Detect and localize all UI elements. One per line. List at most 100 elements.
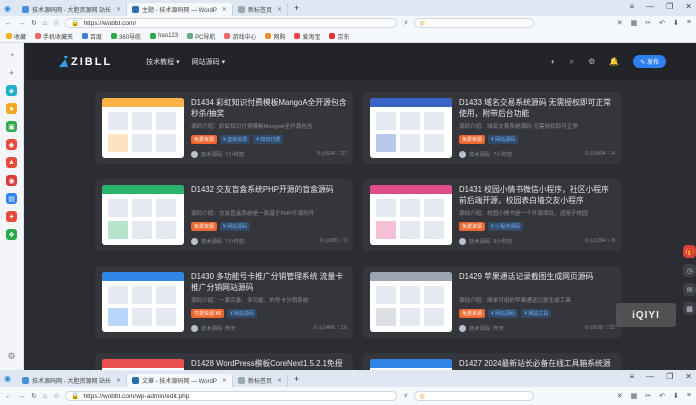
bookmark-1[interactable]: 手机收藏夹 (35, 32, 73, 41)
post-author[interactable]: 技术源码 (201, 237, 222, 245)
post-thumbnail[interactable] (370, 98, 452, 158)
new-tab-icon[interactable]: + (294, 3, 299, 13)
minimize-icon[interactable]: — (646, 372, 654, 381)
post-tag[interactable]: ¥ 网站源码 (220, 222, 251, 231)
clock-icon[interactable]: ◷ (683, 264, 696, 277)
post-tag[interactable]: ¥ 知识付费 (253, 135, 284, 144)
post-title[interactable]: D1432 交友盲盒系统PHP开源的盲盒源码 (191, 185, 347, 206)
forward-icon[interactable]: → (18, 20, 25, 27)
post-card[interactable]: D1434 彩虹知识付费模板MangoA全开源包含秒杀/抽奖 源码介绍：彩虹知识… (95, 92, 353, 164)
post-tag[interactable]: 免费资源 (191, 222, 218, 231)
post-thumbnail[interactable] (370, 272, 452, 332)
search-icon[interactable]: ⌕ (570, 57, 574, 67)
post-thumbnail[interactable] (370, 185, 452, 245)
bookmark-2[interactable]: 百度 (82, 32, 102, 41)
gift-icon[interactable]: 🎁 (683, 245, 696, 258)
bookmark-6[interactable]: 游戏中心 (224, 32, 256, 41)
post-thumbnail[interactable] (102, 272, 184, 332)
maximize-icon[interactable]: ❐ (666, 2, 673, 11)
star-icon[interactable]: ☆ (53, 19, 59, 27)
app-icon-7[interactable]: ▤ (6, 193, 17, 204)
star-icon[interactable]: ☆ (53, 392, 59, 400)
download-icon[interactable]: ⬇ (673, 19, 679, 27)
avatar[interactable] (191, 237, 198, 245)
post-card[interactable]: D1427 2024最新站长必备在线工具箱系统源码 含上百款工具 带后台版本 自… (363, 353, 621, 370)
refresh-icon[interactable]: ↻ (31, 392, 37, 400)
gear-icon[interactable]: ⚙ (588, 57, 595, 66)
post-thumbnail[interactable] (102, 98, 184, 158)
post-author[interactable]: 技术源码 (201, 324, 222, 332)
app-icon-8[interactable]: ✦ (6, 211, 17, 222)
close-window-icon[interactable]: ✕ (685, 372, 692, 381)
bottom-search-input[interactable]: ◎ (414, 391, 535, 401)
undo-icon[interactable]: ↶ (659, 392, 665, 400)
post-tag[interactable]: ¥ 网站源码 (226, 309, 258, 318)
post-thumbnail[interactable] (370, 359, 452, 370)
close-icon[interactable]: ✕ (116, 377, 121, 384)
bookmark-8[interactable]: 爱淘宝 (294, 32, 320, 41)
post-title[interactable]: D1429 苹果通话记录截图生成网页源码 (459, 272, 615, 293)
browser-logo-icon[interactable]: ◉ (4, 374, 11, 383)
download-icon[interactable]: ⬇ (673, 392, 679, 400)
menu-icon[interactable]: ≡ (629, 372, 634, 381)
app-icon-9[interactable]: ❖ (6, 229, 17, 240)
post-tag[interactable]: 免费资源 (191, 135, 218, 144)
post-title[interactable]: D1434 彩虹知识付费模板MangoA全开源包含秒杀/抽奖 (191, 98, 347, 119)
bookmark-4[interactable]: hao123 (150, 33, 178, 39)
post-tag[interactable]: ¥ 网站源码 (488, 135, 519, 144)
close-icon[interactable]: ✕ (277, 377, 282, 384)
avatar[interactable] (459, 237, 466, 245)
bookmark-9[interactable]: 京东 (329, 32, 350, 41)
post-title[interactable]: D1430 多功能号卡推广分销管理系统 流量卡推广分销网站源码 (191, 272, 347, 293)
app-icon-2[interactable]: ★ (6, 103, 17, 114)
app-icon-6[interactable]: ◉ (6, 175, 17, 186)
post-card[interactable]: D1430 多功能号卡推广分销管理系统 流量卡推广分销网站源码 源码介绍：一套完… (95, 266, 353, 338)
nav-item-tutorials[interactable]: 技术教程 ▾ (146, 57, 179, 67)
add-icon[interactable]: + (6, 67, 17, 78)
post-tag[interactable]: 免费资源 (459, 135, 486, 144)
maximize-icon[interactable]: ❐ (666, 372, 673, 381)
top-tab-0[interactable]: 技术源码网 - 大胆资源网 站长 ✕ (17, 3, 128, 16)
close-window-icon[interactable]: ✕ (685, 2, 692, 11)
forward-icon[interactable]: → (18, 393, 25, 400)
close-icon[interactable]: ✕ (617, 392, 623, 400)
grid-icon[interactable]: ▦ (631, 392, 638, 400)
post-title[interactable]: D1427 2024最新站长必备在线工具箱系统源码 含上百款工具 带后台版本 自… (459, 359, 615, 370)
bottom-tab-0[interactable]: 技术源码网 - 大胆资源网 站长 ✕ (17, 374, 128, 387)
post-author[interactable]: 技术源码 (469, 150, 490, 158)
app-icon-3[interactable]: ▣ (6, 121, 17, 132)
chat-icon[interactable]: ✉ (683, 283, 696, 296)
bell-icon[interactable]: 🔔 (609, 57, 619, 66)
post-tag[interactable]: 付费资源 ¥8 (191, 309, 224, 318)
search-input[interactable]: ◎ (414, 18, 535, 28)
back-icon[interactable]: ← (5, 393, 12, 400)
avatar[interactable] (191, 324, 198, 332)
lightning-icon[interactable]: ⚡ (403, 392, 408, 400)
post-title[interactable]: D1431 校园小情书微信小程序，社区小程序前后端开源，校园表白墙交友小程序 (459, 185, 615, 206)
app-icon-1[interactable]: ◈ (6, 85, 17, 96)
close-icon[interactable]: ✕ (277, 6, 282, 13)
close-icon[interactable]: ✕ (116, 6, 121, 13)
post-card[interactable]: D1429 苹果通话记录截图生成网页源码 源码介绍：简单可用的苹果通话记录生成工… (363, 266, 621, 338)
bookmark-5[interactable]: PC导航 (187, 32, 215, 41)
avatar[interactable] (191, 150, 198, 158)
refresh-icon[interactable]: ↻ (31, 19, 37, 27)
post-tag[interactable]: 免费资源 (459, 222, 486, 231)
post-title[interactable]: D1428 WordPress模板CoreNext1.5.2.1免授权 (191, 359, 347, 370)
bottom-tab-2[interactable]: 新标签页 ✕ (233, 374, 288, 387)
close-icon[interactable]: ✕ (617, 19, 623, 27)
post-card[interactable]: D1428 WordPress模板CoreNext1.5.2.1免授权 (95, 353, 353, 370)
avatar[interactable] (459, 150, 466, 158)
post-thumbnail[interactable] (102, 185, 184, 245)
post-author[interactable]: 技术源码 (469, 324, 490, 332)
nav-item-source[interactable]: 网站源码 ▾ (192, 57, 225, 67)
top-tab-2[interactable]: 新标签页 ✕ (233, 3, 288, 16)
publish-button[interactable]: ✎ 发布 (633, 55, 666, 68)
settings-icon[interactable]: ⚙ (6, 351, 17, 362)
post-card[interactable]: D1431 校园小情书微信小程序，社区小程序前后端开源，校园表白墙交友小程序 源… (363, 179, 621, 251)
menu-icon[interactable]: ≡ (687, 19, 691, 27)
post-author[interactable]: 技术源码 (201, 150, 222, 158)
post-thumbnail[interactable] (102, 359, 184, 370)
scissors-icon[interactable]: ✂ (645, 392, 651, 400)
bookmark-3[interactable]: 360导航 (111, 32, 141, 41)
